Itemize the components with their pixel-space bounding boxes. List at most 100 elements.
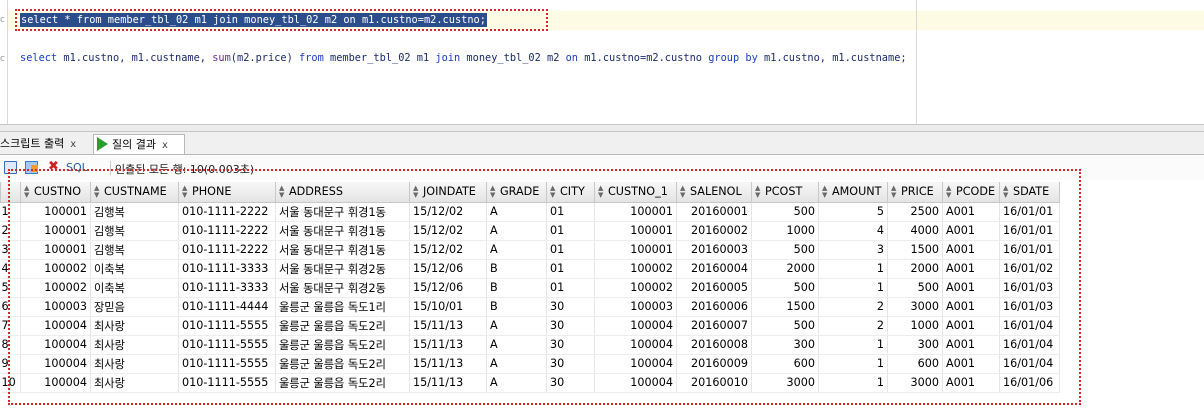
- cell-address[interactable]: 울릉군 울릉읍 독도2리: [275, 335, 410, 355]
- cell-sdate[interactable]: 16/01/01: [999, 221, 1060, 241]
- cell-address[interactable]: 울릉군 울릉읍 독도1리: [275, 297, 410, 317]
- cell-pcost[interactable]: 500: [751, 316, 819, 336]
- column-header-pcost[interactable]: ▲ ▼ PCOST: [751, 182, 819, 203]
- sort-icon[interactable]: ▲ ▼: [182, 184, 190, 199]
- cell-custno[interactable]: 100003: [20, 297, 91, 317]
- table-row[interactable]: 5 100002 이축복 010-1111-3333 서울 동대문구 휘경2동 15/12…: [0, 278, 1060, 298]
- cell-salenol[interactable]: 20160010: [676, 373, 752, 393]
- cell-sdate[interactable]: 16/01/01: [999, 202, 1060, 222]
- cell-amount[interactable]: 1: [818, 335, 888, 355]
- cell-pcost[interactable]: 1500: [751, 297, 819, 317]
- sort-icon[interactable]: ▲ ▼: [946, 184, 954, 199]
- cell-phone[interactable]: 010-1111-5555: [178, 335, 276, 355]
- table-row[interactable]: 7 100004 최사랑 010-1111-5555 울릉군 울릉읍 독도2리 15/11…: [0, 316, 1060, 336]
- cell-address[interactable]: 울릉군 울릉읍 독도2리: [275, 373, 410, 393]
- cell-phone[interactable]: 010-1111-3333: [178, 278, 276, 298]
- column-header-city[interactable]: ▲ ▼ CITY: [546, 182, 595, 203]
- cell-price[interactable]: 3000: [887, 373, 943, 393]
- cell-pcost[interactable]: 600: [751, 354, 819, 374]
- cell-custname[interactable]: 김행복: [90, 240, 179, 260]
- cell-custno[interactable]: 100002: [20, 278, 91, 298]
- cell-address[interactable]: 서울 동대문구 휘경2동: [275, 259, 410, 279]
- cell-custno-1[interactable]: 100004: [594, 373, 677, 393]
- cell-address[interactable]: 서울 동대문구 휘경1동: [275, 202, 410, 222]
- table-row[interactable]: 3 100001 김행복 010-1111-2222 서울 동대문구 휘경1동 15/12…: [0, 240, 1060, 260]
- row-number[interactable]: 4: [0, 259, 21, 279]
- cell-phone[interactable]: 010-1111-2222: [178, 240, 276, 260]
- cell-pcost[interactable]: 500: [751, 240, 819, 260]
- cell-sdate[interactable]: 16/01/02: [999, 259, 1060, 279]
- cell-address[interactable]: 서울 동대문구 휘경1동: [275, 221, 410, 241]
- cell-amount[interactable]: 2: [818, 297, 888, 317]
- row-number[interactable]: 5: [0, 278, 21, 298]
- row-number[interactable]: 10: [0, 373, 21, 393]
- column-header-address[interactable]: ▲ ▼ ADDRESS: [275, 182, 410, 203]
- sort-icon[interactable]: ▲ ▼: [755, 184, 763, 199]
- cell-grade[interactable]: A: [486, 354, 547, 374]
- column-header-grade[interactable]: ▲ ▼ GRADE: [486, 182, 547, 203]
- table-row[interactable]: 9 100004 최사랑 010-1111-5555 울릉군 울릉읍 독도2리 15/11…: [0, 354, 1060, 374]
- cell-custno-1[interactable]: 100002: [594, 259, 677, 279]
- result-grid[interactable]: ▲ ▼ CUSTNO ▲ ▼ CUSTNAME ▲ ▼ PHONE ▲ ▼ ADDRESS ▲ ▼ JOIN…: [0, 182, 1204, 413]
- cell-sdate[interactable]: 16/01/04: [999, 354, 1060, 374]
- cell-joindate[interactable]: 15/11/13: [409, 354, 487, 374]
- sort-icon[interactable]: ▲ ▼: [490, 184, 498, 199]
- cell-amount[interactable]: 1: [818, 278, 888, 298]
- table-row[interactable]: 10 100004 최사랑 010-1111-5555 울릉군 울릉읍 독도2리 15/1…: [0, 373, 1060, 393]
- cell-amount[interactable]: 1: [818, 259, 888, 279]
- sort-icon[interactable]: ▲ ▼: [680, 184, 688, 199]
- cell-grade[interactable]: A: [486, 335, 547, 355]
- cell-phone[interactable]: 010-1111-5555: [178, 354, 276, 374]
- cell-salenol[interactable]: 20160006: [676, 297, 752, 317]
- cell-phone[interactable]: 010-1111-3333: [178, 259, 276, 279]
- cell-custno[interactable]: 100004: [20, 335, 91, 355]
- cell-salenol[interactable]: 20160005: [676, 278, 752, 298]
- tab-query-result[interactable]: 질의 결과 x: [93, 134, 185, 154]
- row-number[interactable]: 7: [0, 316, 21, 336]
- cell-sdate[interactable]: 16/01/03: [999, 297, 1060, 317]
- cell-custno-1[interactable]: 100001: [594, 240, 677, 260]
- cell-custname[interactable]: 최사랑: [90, 354, 179, 374]
- export-icon[interactable]: [25, 161, 38, 174]
- sort-icon[interactable]: ▲ ▼: [598, 184, 606, 199]
- cell-grade[interactable]: A: [486, 221, 547, 241]
- cell-salenol[interactable]: 20160001: [676, 202, 752, 222]
- cell-pcode[interactable]: A001: [942, 221, 1000, 241]
- cell-pcost[interactable]: 500: [751, 278, 819, 298]
- cell-custno[interactable]: 100004: [20, 373, 91, 393]
- tab-script-output[interactable]: 스크립트 출력 x: [0, 134, 92, 154]
- cell-custno[interactable]: 100001: [20, 240, 91, 260]
- sort-icon[interactable]: ▲ ▼: [550, 184, 558, 199]
- cell-custname[interactable]: 최사랑: [90, 316, 179, 336]
- cell-city[interactable]: 01: [546, 278, 595, 298]
- sort-icon[interactable]: ▲ ▼: [822, 184, 830, 199]
- cell-sdate[interactable]: 16/01/01: [999, 240, 1060, 260]
- cell-price[interactable]: 2500: [887, 202, 943, 222]
- cell-city[interactable]: 01: [546, 259, 595, 279]
- cell-custno[interactable]: 100001: [20, 221, 91, 241]
- cell-grade[interactable]: A: [486, 373, 547, 393]
- cell-city[interactable]: 30: [546, 316, 595, 336]
- cell-custno-1[interactable]: 100004: [594, 335, 677, 355]
- cell-address[interactable]: 울릉군 울릉읍 독도2리: [275, 354, 410, 374]
- cell-custname[interactable]: 최사랑: [90, 373, 179, 393]
- cell-pcode[interactable]: A001: [942, 316, 1000, 336]
- sort-icon[interactable]: ▲ ▼: [891, 184, 899, 199]
- sort-icon[interactable]: ▲ ▼: [413, 184, 421, 199]
- cell-joindate[interactable]: 15/12/02: [409, 221, 487, 241]
- cell-sdate[interactable]: 16/01/06: [999, 373, 1060, 393]
- cell-pcost[interactable]: 3000: [751, 373, 819, 393]
- cell-salenol[interactable]: 20160009: [676, 354, 752, 374]
- cell-custname[interactable]: 장믿음: [90, 297, 179, 317]
- table-row[interactable]: 2 100001 김행복 010-1111-2222 서울 동대문구 휘경1동 15/12…: [0, 221, 1060, 241]
- cell-salenol[interactable]: 20160002: [676, 221, 752, 241]
- cell-phone[interactable]: 010-1111-5555: [178, 316, 276, 336]
- table-row[interactable]: 6 100003 장믿음 010-1111-4444 울릉군 울릉읍 독도1리 15/10…: [0, 297, 1060, 317]
- column-header-salenol[interactable]: ▲ ▼ SALENOL: [676, 182, 752, 203]
- cell-custname[interactable]: 이축복: [90, 278, 179, 298]
- cell-pcode[interactable]: A001: [942, 335, 1000, 355]
- delete-icon[interactable]: ✖: [48, 159, 61, 174]
- print-icon[interactable]: [4, 161, 17, 174]
- table-row[interactable]: 1 100001 김행복 010-1111-2222 서울 동대문구 휘경1동 15/12…: [0, 202, 1060, 222]
- cell-sdate[interactable]: 16/01/03: [999, 278, 1060, 298]
